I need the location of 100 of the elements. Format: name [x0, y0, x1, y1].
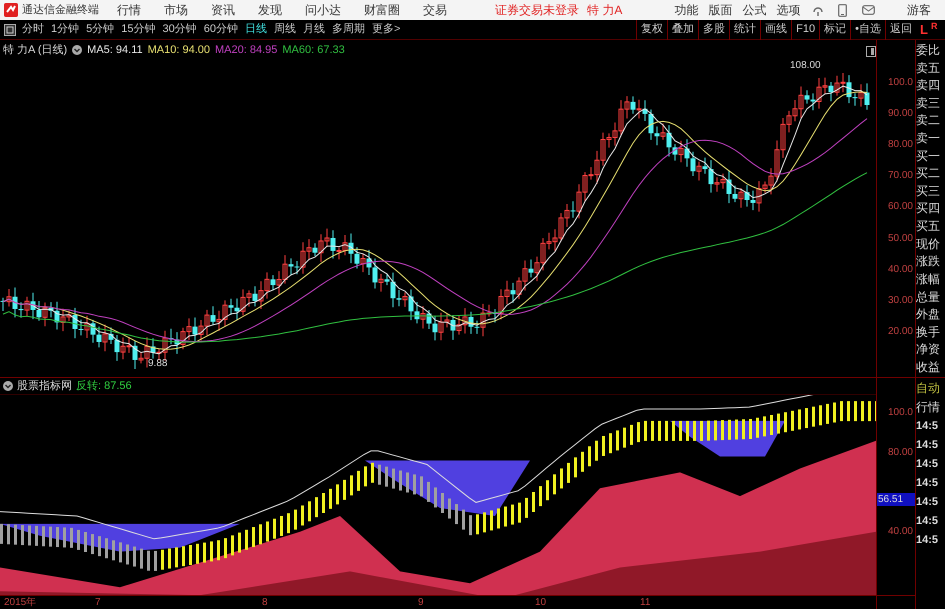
axis-label: 40.00 [888, 264, 913, 276]
menu-item[interactable]: 行情 [117, 1, 141, 19]
high-price-label: 108.00 [790, 60, 821, 71]
mail-icon[interactable] [862, 5, 876, 15]
menu-item[interactable]: 财富圈 [364, 1, 400, 19]
panel-icon[interactable] [4, 24, 16, 36]
time-label: 14:5 [916, 419, 940, 434]
quote-label: 卖一 [916, 131, 941, 146]
flag-label[interactable]: L [920, 20, 928, 38]
time-label: 14:5 [916, 514, 940, 529]
window-icon[interactable] [866, 46, 876, 57]
toolbar-button[interactable]: •自选 [850, 20, 885, 40]
quote-label: 买四 [916, 201, 941, 216]
quote-label: 行情 [916, 399, 941, 415]
indicator-reading: 反转: 87.56 [76, 378, 132, 394]
axis-label: 10 [535, 596, 546, 609]
user-name[interactable]: 游客 [907, 1, 931, 19]
quote-label: 现价 [916, 236, 941, 252]
toggle-icon[interactable] [72, 45, 82, 56]
ma-reading: MA10: 94.00 [148, 43, 210, 58]
low-price-label: 9.88 [148, 358, 168, 369]
axis-label: 90.00 [888, 108, 913, 120]
quote-label: 卖三 [916, 96, 941, 111]
menu-item[interactable]: 版面 [708, 1, 732, 19]
axis-label: 7 [95, 596, 101, 609]
toolbar-button[interactable]: 画线 [760, 20, 792, 40]
current-value-label: 56.51 [877, 493, 915, 506]
stock-name: 特 力A [587, 2, 622, 19]
time-label: 14:5 [916, 533, 940, 548]
period-tab[interactable]: 分时 [22, 21, 44, 38]
axis-label: 60.00 [888, 201, 913, 214]
menu-item[interactable]: 交易 [423, 1, 447, 19]
toolbar-button[interactable]: 复权 [636, 20, 668, 40]
menu-item[interactable]: 发现 [258, 1, 282, 19]
axis-label: 30.00 [888, 294, 913, 307]
quote-label: 涨幅 [916, 272, 941, 287]
toggle-icon[interactable] [3, 381, 13, 391]
period-tab[interactable]: 60分钟 [204, 21, 238, 38]
quote-label: 买二 [916, 166, 941, 182]
quote-label: 买三 [916, 184, 941, 199]
quote-label: 委比 [916, 43, 941, 58]
menu-item[interactable]: 功能 [674, 1, 698, 19]
axis-label: 80.00 [888, 139, 913, 152]
toolbar-button[interactable]: 统计 [729, 20, 760, 40]
ma-reading: MA60: 67.33 [282, 43, 345, 58]
axis-label: 20.00 [888, 326, 913, 338]
quote-label: 卖五 [916, 60, 941, 76]
chart-title: 特 力A (日线) [3, 43, 68, 58]
axis-label: 8 [262, 596, 268, 609]
axis-label: 9 [418, 596, 424, 609]
menu-item[interactable]: 资讯 [211, 1, 235, 19]
quote-label: 卖四 [916, 78, 941, 94]
toolbar-button[interactable]: 标记 [819, 20, 850, 40]
quote-label: 涨跌 [916, 254, 941, 270]
period-tab[interactable]: 30分钟 [162, 21, 197, 38]
more-link[interactable]: 更多> [372, 21, 400, 38]
toolbar-button[interactable]: 返回 [885, 20, 916, 40]
period-tab[interactable]: 日线 [245, 21, 267, 38]
toolbar-button[interactable]: 叠加 [667, 20, 698, 40]
app-name: 通达信金融终端 [22, 2, 100, 18]
ma-reading: MA5: 94.11 [87, 43, 143, 58]
period-tab[interactable]: 15分钟 [121, 21, 156, 38]
menu-item[interactable]: 选项 [776, 1, 800, 19]
period-tab[interactable]: 周线 [274, 21, 296, 38]
quote-label: 卖二 [916, 113, 941, 128]
menu-item[interactable]: 公式 [742, 1, 766, 19]
mode-label[interactable]: 自动 [916, 380, 945, 396]
quote-label: 收益 [916, 360, 941, 375]
indicator-title: 股票指标网 [17, 378, 72, 394]
axis-label: 70.00 [888, 170, 913, 182]
menu-item[interactable]: 问小达 [305, 1, 341, 19]
quote-label: 换手 [916, 324, 941, 340]
time-label: 14:5 [916, 495, 940, 510]
phone-icon[interactable] [838, 4, 848, 16]
login-notice: 证券交易未登录 [495, 2, 579, 19]
ma-reading: MA20: 84.95 [215, 43, 278, 58]
time-label: 14:5 [916, 438, 940, 453]
axis-label: 11 [640, 596, 650, 609]
quote-label: 总量 [916, 290, 941, 305]
toolbar-button[interactable]: 多股 [698, 20, 730, 40]
menu-item[interactable]: 市场 [164, 1, 188, 19]
period-tab[interactable]: 月线 [303, 21, 325, 38]
quote-label: 外盘 [916, 307, 941, 322]
time-label: 14:5 [916, 476, 940, 491]
axis-label: 50.00 [888, 232, 913, 244]
toolbar-button[interactable]: F10 [791, 20, 820, 40]
axis-label: 2015年 [4, 596, 36, 609]
quote-label: 买一 [916, 148, 941, 164]
app-logo-icon [4, 3, 18, 17]
period-tab[interactable]: 多周期 [332, 21, 365, 38]
axis-label: 80.00 [888, 446, 913, 459]
quote-label: 买五 [916, 219, 941, 234]
axis-label: 40.00 [888, 526, 913, 538]
time-label: 14:5 [916, 457, 940, 472]
quote-label: 净资 [916, 342, 941, 358]
axis-label: 100.0 [888, 407, 913, 419]
period-tab[interactable]: 1分钟 [51, 21, 80, 38]
period-tab[interactable]: 5分钟 [86, 21, 114, 38]
axis-label: 100.0 [888, 77, 913, 89]
flag-label[interactable]: R [930, 20, 938, 30]
